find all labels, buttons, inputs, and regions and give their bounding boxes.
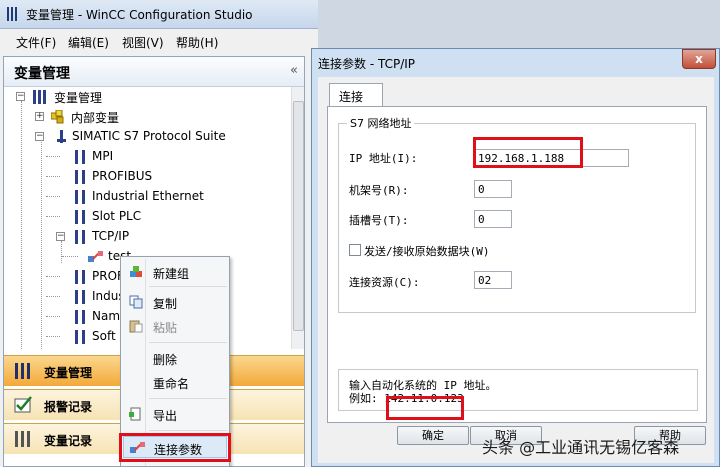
raw-data-block-checkbox[interactable]: [349, 244, 361, 256]
export-icon: [129, 407, 143, 421]
window-title: 变量管理 - WinCC Configuration Studio: [26, 8, 253, 22]
paste-icon: [129, 319, 143, 333]
wincc-app-icon: [6, 7, 20, 21]
connection-icon: [88, 250, 103, 264]
driver-icon: [55, 130, 69, 144]
channel-unit-icon: [74, 230, 88, 244]
slot-field[interactable]: 0: [474, 210, 512, 228]
tag-management-icon: [32, 90, 46, 104]
menu-item-delete[interactable]: 删除: [123, 347, 227, 369]
tree-scrollbar[interactable]: [291, 87, 304, 349]
menu-help[interactable]: 帮助(H): [176, 34, 218, 51]
tree-node-s7-protocol-suite[interactable]: − SIMATIC S7 Protocol Suite: [35, 128, 235, 146]
tree-node-internal-tags[interactable]: + 内部变量: [35, 108, 145, 126]
pane-title: 变量管理: [14, 66, 70, 82]
highlight-box-ip-address: [473, 137, 583, 168]
tree-node-mpi[interactable]: MPI: [70, 148, 190, 166]
channel-unit-icon: [74, 290, 88, 304]
tab-connection[interactable]: 连接: [329, 83, 383, 107]
tree-node-profibus[interactable]: PROFIBUS: [70, 168, 190, 186]
menu-view[interactable]: 视图(V): [122, 34, 164, 51]
internal-tags-icon: [50, 109, 65, 124]
pane-header: 变量管理 «: [4, 57, 304, 87]
collapse-pane-button[interactable]: «: [290, 63, 298, 78]
dialog-body: 连接 S7 网络地址 IP 地址(I): 192.168.1.188 机架号(R…: [318, 77, 714, 463]
rack-label: 机架号(R):: [349, 184, 409, 197]
close-icon[interactable]: x: [682, 49, 716, 69]
menu-item-export[interactable]: 导出: [123, 403, 227, 425]
collapse-node-icon[interactable]: −: [56, 232, 65, 241]
menu-bar: 文件(F) 编辑(E) 视图(V) 帮助(H): [0, 30, 318, 54]
group-title: S7 网络地址: [347, 115, 415, 131]
connection-resource-label: 连接资源(C):: [349, 276, 420, 289]
dialog-title: 连接参数 - TCP/IP: [318, 57, 416, 71]
ip-address-label: IP 地址(I):: [349, 152, 418, 165]
tree-node-tcp-ip[interactable]: − TCP/IP: [56, 228, 176, 246]
collapse-node-icon[interactable]: −: [16, 92, 25, 101]
channel-unit-icon: [74, 190, 88, 204]
scrollbar-thumb[interactable]: [293, 101, 304, 331]
raw-data-block-label: 发送/接收原始数据块(W): [364, 245, 490, 258]
ok-button[interactable]: 确定: [397, 426, 469, 445]
highlight-box-ok-button: [386, 396, 464, 420]
channel-unit-icon: [74, 150, 88, 164]
menu-edit[interactable]: 编辑(E): [68, 34, 109, 51]
slot-label: 插槽号(T):: [349, 214, 409, 227]
menu-item-copy[interactable]: 复制: [123, 291, 227, 313]
menu-item-rename[interactable]: 重命名: [123, 371, 227, 393]
copy-icon: [129, 295, 143, 309]
menu-item-new-group[interactable]: 新建组: [123, 261, 227, 283]
new-group-icon: [129, 265, 143, 279]
expand-node-icon[interactable]: +: [35, 112, 44, 121]
channel-unit-icon: [74, 210, 88, 224]
rack-field[interactable]: 0: [474, 180, 512, 198]
channel-unit-icon: [74, 310, 88, 324]
highlight-box-connection-params: [119, 433, 231, 462]
collapse-node-icon[interactable]: −: [35, 132, 44, 141]
menu-file[interactable]: 文件(F): [16, 34, 56, 51]
connection-params-dialog: 连接参数 - TCP/IP x 连接 S7 网络地址 IP 地址(I): 192…: [311, 48, 720, 467]
menu-item-paste: 粘贴: [123, 315, 227, 337]
title-bar: 变量管理 - WinCC Configuration Studio: [0, 0, 318, 29]
channel-unit-icon: [74, 330, 88, 344]
connection-resource-field[interactable]: 02: [474, 271, 512, 289]
alarm-logging-icon: [14, 396, 34, 414]
tree-node-industrial-ethernet[interactable]: Industrial Ethernet: [70, 188, 230, 206]
channel-unit-icon: [74, 170, 88, 184]
watermark: 头条 @工业通讯无锡亿客森: [482, 438, 680, 457]
tag-management-icon: [14, 362, 34, 380]
tag-logging-icon: [14, 430, 34, 448]
channel-unit-icon: [74, 270, 88, 284]
tree-node-tag-management[interactable]: − 变量管理: [16, 88, 136, 106]
tree-node-slot-plc[interactable]: Slot PLC: [70, 208, 190, 226]
